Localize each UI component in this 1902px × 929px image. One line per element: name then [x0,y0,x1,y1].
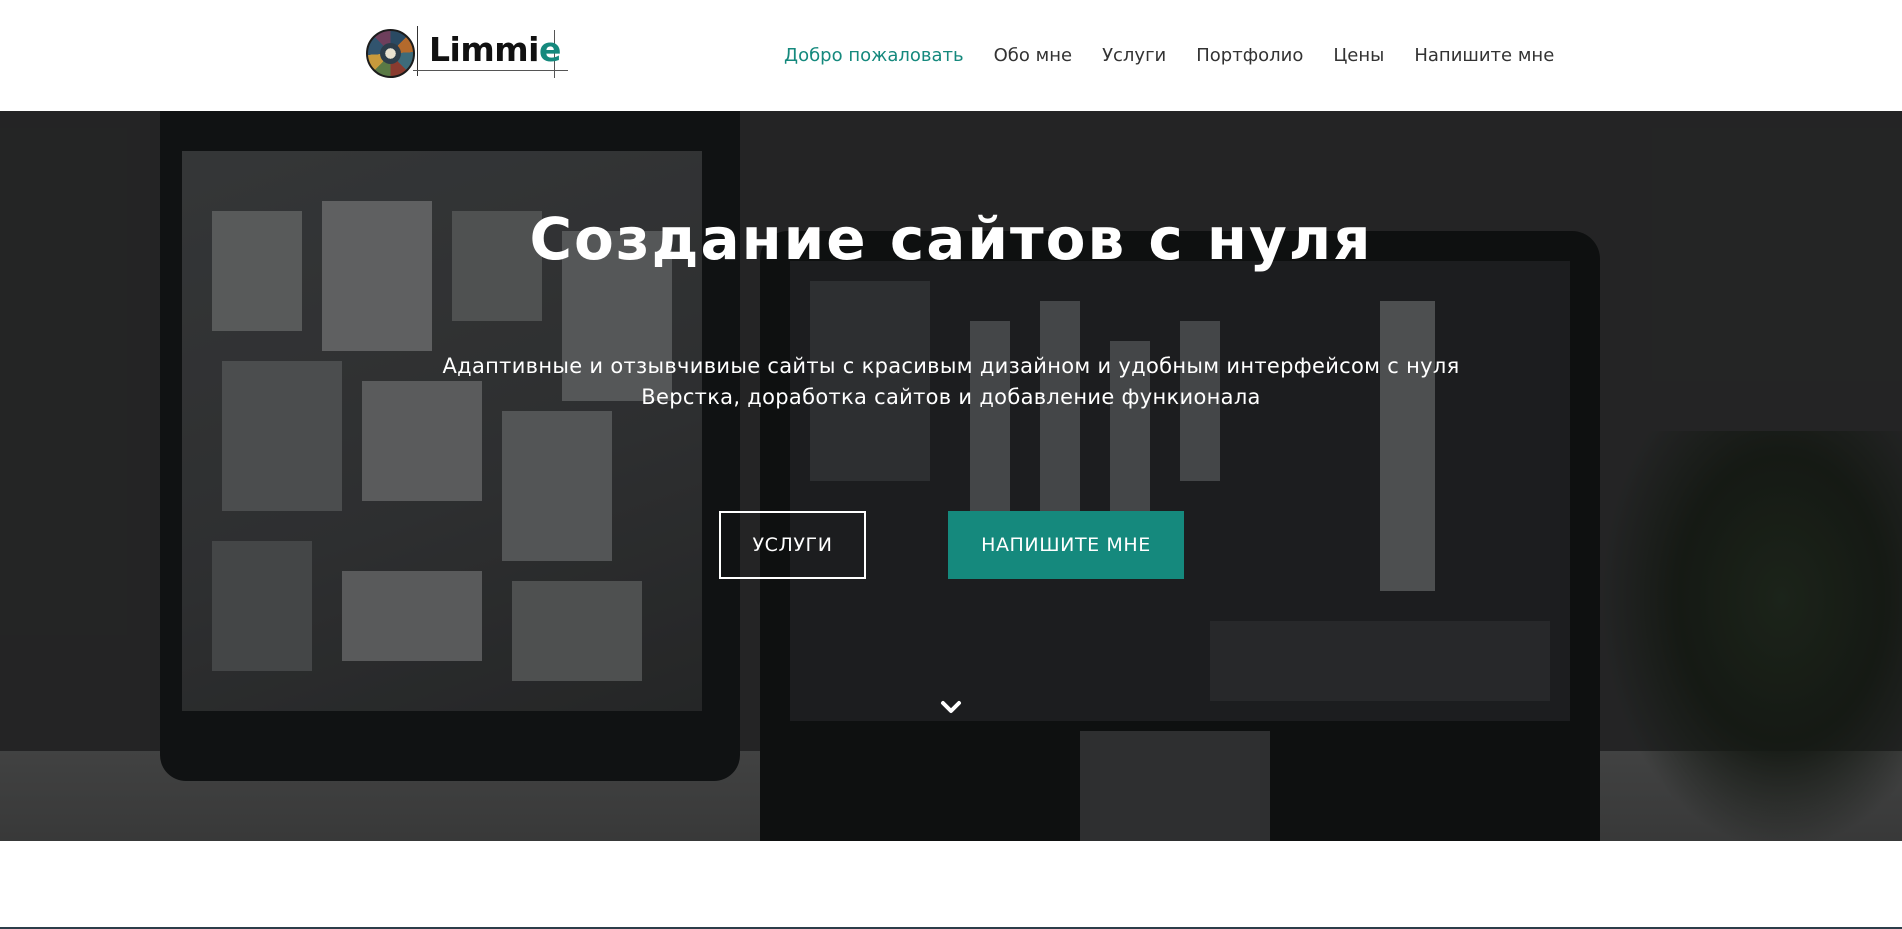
hero-title: Создание сайтов с нуля [529,205,1373,273]
nav-item-welcome[interactable]: Добро пожаловать [784,44,964,68]
next-section [0,841,1902,929]
site-header: Limmie Добро пожаловать Обо мне Услуги П… [0,0,1902,111]
logo-text-accent: e [538,30,561,69]
nav-item-contact[interactable]: Напишите мне [1414,44,1554,68]
hero-subtitle: Адаптивные и отзывчивиые сайты с красивы… [0,351,1902,413]
chevron-down-icon[interactable] [938,694,964,720]
hero-subtitle-line: Адаптивные и отзывчивиые сайты с красивы… [442,354,1460,378]
contact-button[interactable]: НАПИШИТЕ МНЕ [948,511,1184,579]
main-navigation: Добро пожаловать Обо мне Услуги Портфоли… [784,44,1554,68]
services-button[interactable]: УСЛУГИ [719,511,866,579]
logo-text-main: Limmi [429,30,539,69]
logo-emblem-icon [366,29,415,78]
nav-item-prices[interactable]: Цены [1333,44,1384,68]
logo-underline [413,70,568,71]
logo-divider [417,26,418,76]
nav-item-portfolio[interactable]: Портфолио [1196,44,1303,68]
hero-section: Создание сайтов с нуля Адаптивные и отзы… [0,111,1902,841]
logo-wordmark: Limmie [429,30,561,70]
nav-item-about[interactable]: Обо мне [994,44,1072,68]
site-logo[interactable]: Limmie [366,26,568,80]
nav-item-services[interactable]: Услуги [1102,44,1166,68]
hero-subtitle-line: Верстка, доработка сайтов и добавление ф… [641,385,1261,409]
